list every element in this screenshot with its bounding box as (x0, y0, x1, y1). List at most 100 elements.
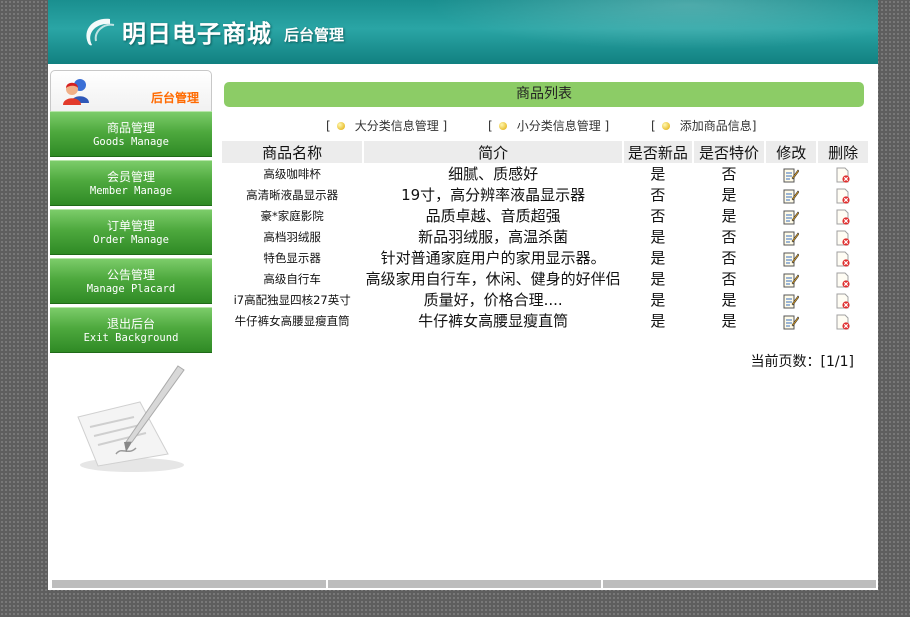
menu-item-exit-background[interactable]: 退出后台 Exit Background (50, 307, 212, 353)
sidebar-header: 后台管理 (50, 70, 212, 112)
goods-is-special: 否 (721, 165, 737, 183)
goods-desc: 针对普通家庭用户的家用显示器。 (380, 248, 606, 267)
menu-item-label-cn: 公告管理 (106, 268, 155, 282)
bracket-close: ] (604, 119, 610, 133)
goods-name: 高级自行车 (263, 271, 321, 286)
menu-item-label-en: Goods Manage (93, 136, 169, 148)
table-row: 特色显示器 针对普通家庭用户的家用显示器。 是 否 (222, 247, 868, 268)
goods-is-special: 否 (721, 270, 737, 288)
edit-cell (766, 310, 816, 331)
menu-item-label-cn: 商品管理 (106, 121, 155, 135)
delete-cell (818, 226, 868, 247)
menu-item-label-en: Manage Placard (86, 283, 176, 295)
sidebar-title: 后台管理 (150, 91, 199, 105)
footer-bar (52, 580, 876, 588)
goods-name: 特色显示器 (263, 250, 321, 265)
link-minor-category[interactable]: [小分类信息管理 ] (488, 117, 609, 134)
page-container: 明日电子商城 后台管理 后台管理 商品管理 Goods Manage 会员管理 … (48, 0, 878, 590)
edit-icon[interactable] (783, 230, 800, 246)
goods-desc: 品质卓越、音质超强 (425, 206, 561, 225)
goods-is-special: 是 (721, 186, 737, 204)
quill-paper-icon (77, 365, 185, 472)
delete-icon[interactable] (835, 167, 851, 183)
column-header-delete: 删除 (818, 141, 868, 163)
column-header-desc: 简介 (364, 141, 622, 163)
goods-is-special: 否 (721, 249, 737, 267)
edit-cell (766, 268, 816, 289)
edit-icon[interactable] (783, 293, 800, 309)
goods-desc: 牛仔裤女高腰显瘦直筒 (418, 311, 569, 330)
goods-is-new: 是 (650, 249, 666, 267)
goods-name: 高级咖啡杯 (263, 166, 321, 181)
goods-table: 商品名称 简介 是否新品 是否特价 修改 删除 高级咖啡杯 细腻、质感好是否高清晰… (220, 141, 870, 331)
edit-cell (766, 226, 816, 247)
table-header-row: 商品名称 简介 是否新品 是否特价 修改 删除 (222, 141, 868, 163)
bullet-icon (498, 122, 507, 130)
delete-icon[interactable] (835, 314, 851, 330)
edit-cell (766, 184, 816, 205)
edit-icon[interactable] (783, 251, 800, 267)
delete-cell (818, 163, 868, 184)
goods-is-special: 是 (721, 312, 737, 330)
edit-icon[interactable] (783, 167, 800, 183)
bracket-open: [ (651, 119, 656, 133)
delete-icon[interactable] (835, 293, 851, 309)
goods-is-new: 是 (650, 270, 666, 288)
edit-icon[interactable] (783, 188, 800, 204)
delete-icon[interactable] (835, 209, 851, 225)
goods-is-special: 否 (721, 228, 737, 246)
menu-item-label-en: Order Manage (93, 234, 169, 246)
delete-icon[interactable] (835, 251, 851, 267)
goods-desc: 高级家用自行车，休闲、健身的好伴侣 (365, 269, 621, 288)
goods-name: 高清晰液晶显示器 (246, 187, 339, 202)
edit-icon[interactable] (783, 272, 800, 288)
goods-desc: 质量好，价格合理.... (423, 290, 563, 309)
edit-cell (766, 205, 816, 226)
menu-item-goods-manage[interactable]: 商品管理 Goods Manage (50, 111, 212, 157)
link-major-category[interactable]: [ 大分类信息管理 ] (326, 117, 447, 134)
bracket-open: [ (326, 119, 331, 133)
delete-cell (818, 268, 868, 289)
goods-is-new: 是 (650, 312, 666, 330)
table-row: i7高配独显四核27英寸 质量好，价格合理.... 是 是 (222, 289, 868, 310)
column-header-is-special: 是否特价 (693, 141, 765, 163)
link-label: 小分类信息管理 (516, 119, 601, 133)
goods-name: 高档羽绒服 (263, 229, 321, 244)
users-icon (63, 79, 89, 105)
delete-icon[interactable] (835, 230, 851, 246)
edit-icon[interactable] (783, 314, 800, 330)
delete-cell (818, 205, 868, 226)
table-row: 高级咖啡杯 细腻、质感好 是 否 (222, 163, 868, 184)
delete-icon[interactable] (835, 272, 851, 288)
goods-is-new: 是 (650, 228, 666, 246)
pagination-info: 当前页数：[1/1] (750, 354, 854, 370)
delete-cell (818, 247, 868, 268)
bracket-close: ] (442, 119, 448, 133)
goods-table-body: 高级咖啡杯 细腻、质感好是否高清晰液晶显示器 19寸，高分辨率液晶显示器否是豪*家庭… (222, 163, 868, 331)
bullet-icon (336, 122, 345, 130)
edit-cell (766, 289, 816, 310)
edit-icon[interactable] (783, 209, 800, 225)
menu-item-order-manage[interactable]: 订单管理 Order Manage (50, 209, 212, 255)
table-row: 高档羽绒服 新品羽绒服，高温杀菌 是 否 (222, 226, 868, 247)
table-row: 高清晰液晶显示器 19寸，高分辨率液晶显示器 否 是 (222, 184, 868, 205)
goods-desc: 细腻、质感好 (448, 164, 539, 183)
menu-item-label-cn: 会员管理 (106, 170, 155, 184)
edit-cell (766, 163, 816, 184)
banner-glow (428, 0, 878, 50)
goods-is-new: 否 (650, 207, 666, 225)
column-header-edit: 修改 (766, 141, 817, 163)
category-links: [大分类信息管理 ] [小分类信息管理 ] [添加商品信息] (224, 117, 864, 135)
link-add-goods[interactable]: [添加商品信息] (651, 117, 756, 134)
goods-list-title: 商品列表 (224, 82, 864, 107)
menu-item-member-manage[interactable]: 会员管理 Member Manage (50, 160, 212, 206)
column-header-is-new: 是否新品 (624, 141, 692, 163)
goods-is-new: 是 (650, 291, 666, 309)
delete-icon[interactable] (835, 188, 851, 204)
link-label: 大分类信息管理 (354, 119, 439, 133)
goods-is-new: 否 (650, 186, 666, 204)
goods-name: 牛仔裤女高腰显瘦直筒 (234, 313, 350, 328)
edit-cell (766, 247, 816, 268)
footer-divider (326, 580, 328, 588)
menu-item-manage-placard[interactable]: 公告管理 Manage Placard (50, 258, 212, 304)
